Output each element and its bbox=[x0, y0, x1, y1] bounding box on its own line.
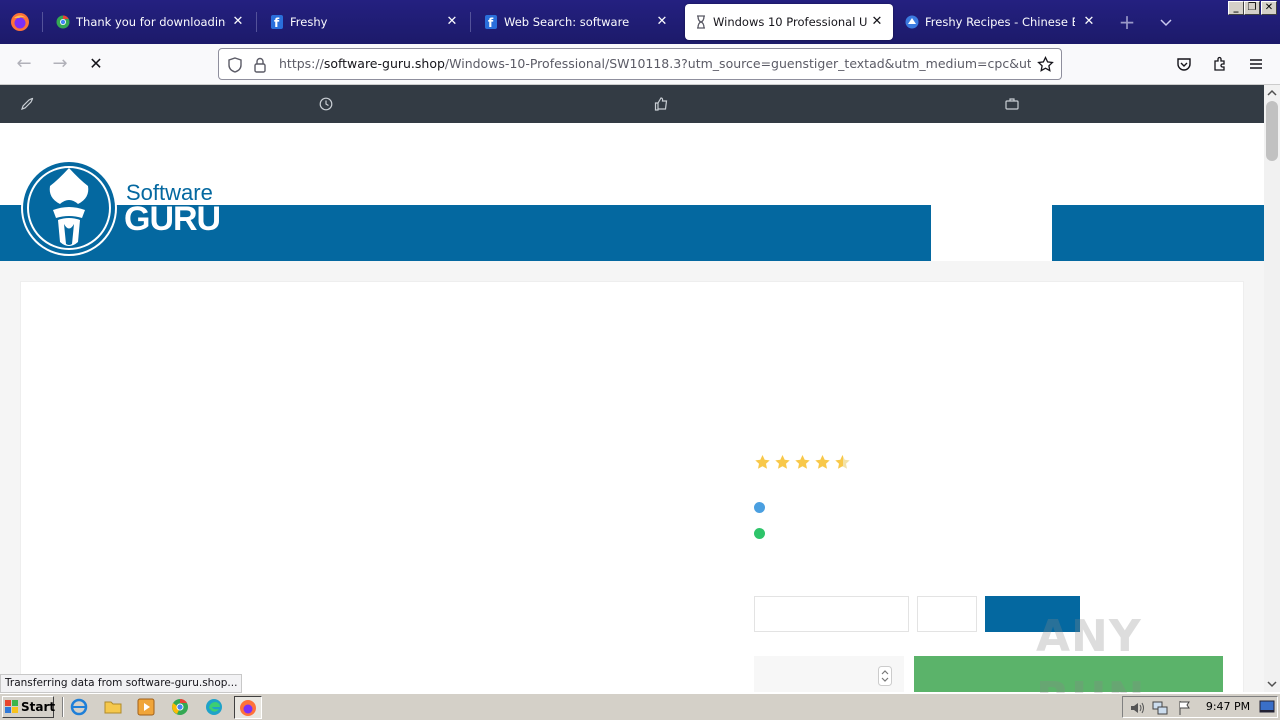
tab-title: Freshy bbox=[290, 15, 328, 29]
new-tab-icon[interactable]: + bbox=[1118, 12, 1136, 32]
network-icon[interactable] bbox=[1152, 700, 1168, 716]
taskbar-clock[interactable]: 9:47 PM bbox=[1200, 694, 1256, 720]
maximize-button[interactable]: ❐ bbox=[1244, 1, 1260, 15]
url-domain: software-guru.shop bbox=[323, 56, 445, 71]
rocket-icon bbox=[21, 97, 34, 110]
close-tab-icon[interactable]: ✕ bbox=[1081, 4, 1097, 40]
media-player-icon[interactable] bbox=[137, 698, 155, 716]
svg-text:f: f bbox=[488, 16, 494, 29]
scroll-down-icon[interactable] bbox=[1267, 680, 1277, 688]
briefcase-icon bbox=[1005, 98, 1019, 110]
star-icon bbox=[795, 455, 810, 469]
software-guru-logo[interactable]: Software GURU bbox=[20, 158, 230, 258]
star-icon bbox=[755, 455, 770, 469]
close-tab-icon[interactable]: ✕ bbox=[869, 4, 885, 40]
star-icon bbox=[775, 455, 790, 469]
scrollbar-thumb[interactable] bbox=[1266, 101, 1278, 161]
site-nav-bar-right bbox=[1052, 205, 1264, 261]
close-window-button[interactable]: ✕ bbox=[1261, 1, 1277, 15]
freshy-recipes-icon bbox=[905, 15, 919, 29]
internet-explorer-icon[interactable] bbox=[70, 698, 88, 716]
tab-separator bbox=[42, 12, 43, 32]
windows-logo-icon bbox=[5, 700, 18, 713]
anyrun-watermark: ANY RUN bbox=[1036, 611, 1144, 720]
chrome-icon[interactable] bbox=[171, 698, 189, 716]
firefox-icon bbox=[240, 700, 256, 716]
forward-icon[interactable]: → bbox=[48, 52, 72, 76]
tab-title: Web Search: software bbox=[504, 15, 630, 29]
tab-1[interactable]: f Freshy ✕ bbox=[258, 4, 470, 40]
freshy-f-icon: f bbox=[271, 15, 283, 29]
pocket-icon[interactable] bbox=[1176, 56, 1192, 72]
status-panel: Transferring data from software-guru.sho… bbox=[0, 674, 242, 693]
url-path: /Windows-10-Professional/SW10118.3?utm_s… bbox=[444, 56, 1031, 71]
close-tab-icon[interactable]: ✕ bbox=[654, 4, 670, 40]
back-icon[interactable]: ← bbox=[12, 52, 36, 76]
vertical-scrollbar[interactable] bbox=[1264, 85, 1280, 692]
chrome-like-icon bbox=[56, 15, 70, 29]
svg-text:f: f bbox=[274, 16, 280, 29]
tab-title: Thank you for downloading bbox=[76, 15, 226, 29]
close-tab-icon[interactable]: ✕ bbox=[444, 4, 460, 40]
logo-text-guru: GURU bbox=[124, 200, 221, 238]
tab-2[interactable]: f Web Search: software ✕ bbox=[472, 4, 684, 40]
tab-3-active[interactable]: Windows 10 Professional USB St ✕ bbox=[685, 4, 893, 40]
quicklaunch-separator bbox=[62, 697, 64, 717]
bookmark-star-icon[interactable] bbox=[1037, 56, 1054, 73]
tab-strip: Thank you for downloading ✕ f Freshy ✕ f… bbox=[0, 0, 1280, 44]
freshy-f-icon: f bbox=[485, 15, 497, 29]
web-page: Software GURU bbox=[0, 85, 1264, 692]
firefox-taskbar-button[interactable] bbox=[234, 696, 262, 719]
quantity-input[interactable] bbox=[754, 596, 909, 632]
url-bar[interactable]: https://software-guru.shop/Windows-10-Pr… bbox=[218, 48, 1062, 80]
tab-0[interactable]: Thank you for downloading ✕ bbox=[44, 4, 256, 40]
tracking-shield-icon[interactable] bbox=[227, 57, 243, 73]
scroll-up-icon[interactable] bbox=[1267, 89, 1277, 97]
guru-emblem-icon bbox=[21, 160, 117, 256]
small-input[interactable] bbox=[917, 596, 977, 632]
site-top-bar bbox=[0, 85, 1264, 123]
tab-title: Freshy Recipes - Chinese Brocc bbox=[925, 15, 1075, 29]
folder-icon[interactable] bbox=[104, 698, 122, 716]
minimize-button[interactable]: _ bbox=[1228, 1, 1244, 15]
start-label: Start bbox=[21, 700, 56, 714]
thumbs-up-icon bbox=[654, 97, 668, 111]
windows-taskbar: Start 9:47 PM bbox=[0, 693, 1280, 720]
hamburger-menu-icon[interactable] bbox=[1248, 56, 1264, 72]
half-star-icon bbox=[835, 455, 850, 469]
stepper-arrows-icon[interactable] bbox=[878, 666, 892, 686]
stop-loading-icon[interactable]: ✕ bbox=[84, 52, 108, 76]
show-desktop-icon[interactable] bbox=[1259, 700, 1275, 714]
tab-separator bbox=[256, 12, 257, 32]
url-prefix: https:// bbox=[279, 56, 324, 71]
hourglass-icon bbox=[697, 15, 705, 29]
clock-icon bbox=[319, 97, 333, 111]
lock-icon[interactable] bbox=[253, 57, 267, 73]
star-icon bbox=[815, 455, 830, 469]
list-tabs-icon[interactable] bbox=[1158, 14, 1174, 30]
close-tab-icon[interactable]: ✕ bbox=[230, 4, 246, 40]
nav-search-area[interactable] bbox=[931, 205, 1052, 261]
tab-separator bbox=[470, 12, 471, 32]
start-button[interactable]: Start bbox=[2, 696, 56, 718]
quantity-stepper[interactable] bbox=[754, 656, 904, 692]
flag-icon[interactable] bbox=[1177, 700, 1193, 716]
extensions-icon[interactable] bbox=[1212, 56, 1228, 72]
availability-dot-green bbox=[754, 528, 765, 539]
url-text[interactable]: https://software-guru.shop/Windows-10-Pr… bbox=[279, 49, 1031, 79]
edge-icon[interactable] bbox=[205, 698, 223, 716]
firefox-menu-icon[interactable] bbox=[10, 12, 30, 32]
volume-icon[interactable] bbox=[1129, 700, 1145, 716]
info-dot-blue bbox=[754, 502, 765, 513]
tab-4[interactable]: Freshy Recipes - Chinese Brocc ✕ bbox=[894, 4, 1106, 40]
tab-title: Windows 10 Professional USB St bbox=[713, 15, 867, 29]
navigation-toolbar: ← → ✕ https://software-guru.shop/Windows… bbox=[0, 44, 1280, 85]
